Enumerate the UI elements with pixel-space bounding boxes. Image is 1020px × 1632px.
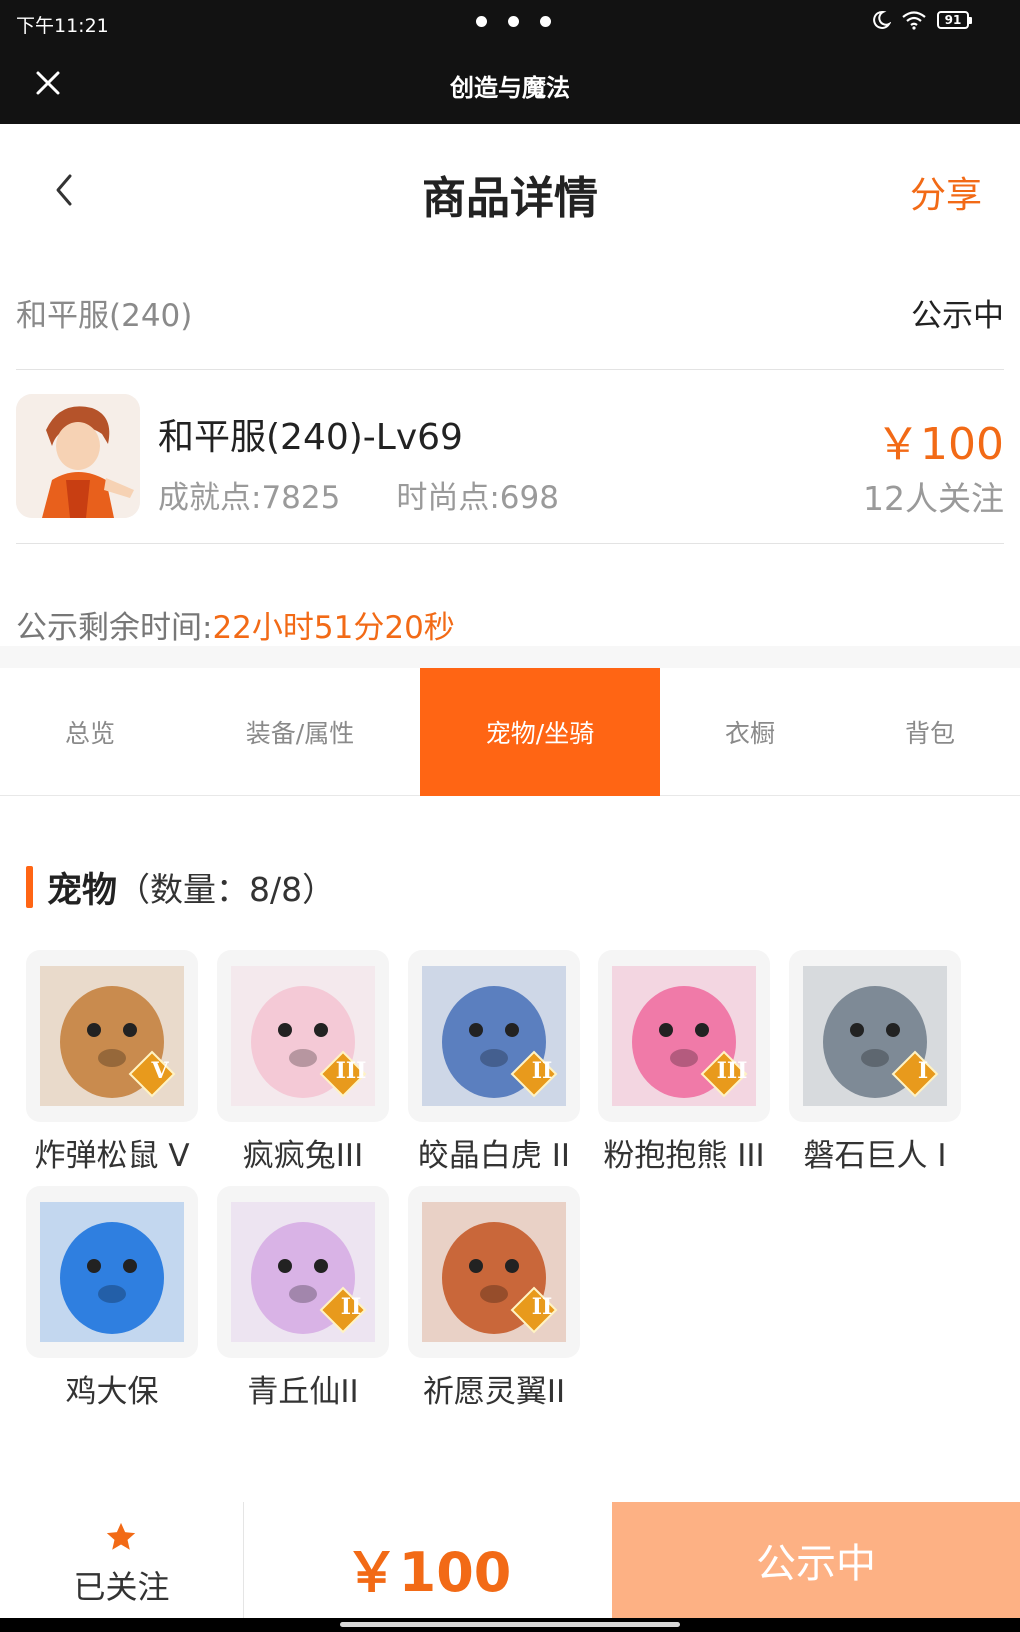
wifi-icon — [902, 11, 926, 30]
pet-card[interactable]: V 炸弹松鼠 V — [26, 950, 198, 1180]
app-title-bar: 创造与魔法 — [0, 46, 1020, 124]
section-name: 宠物 — [47, 870, 118, 911]
pet-portrait: III — [217, 950, 389, 1122]
countdown-value: 22小时51分20秒 — [212, 610, 455, 646]
pet-card[interactable]: III 疯疯兔III — [217, 950, 389, 1180]
pet-card[interactable]: 鸡大保 — [26, 1186, 198, 1416]
section-count: （数量：8/8） — [117, 870, 336, 909]
battery-level: 91 — [937, 11, 969, 29]
pet-name: 炸弹松鼠 V — [34, 1138, 190, 1174]
pet-portrait: II — [217, 1186, 389, 1358]
pet-rank-badge: V — [151, 1058, 169, 1084]
pet-name: 疯疯兔III — [242, 1138, 364, 1174]
tab-overview[interactable]: 总览 — [0, 668, 180, 796]
item-price: ￥100 — [876, 419, 1004, 470]
follower-count: 12人关注 — [863, 479, 1004, 518]
product-detail-page: 商品详情 分享 和平服(240) 公示中 和平服(240)-Lv69 成就点:7… — [0, 124, 1020, 1618]
pet-card[interactable]: I 磐石巨人 I — [789, 950, 961, 1180]
pet-rank-badge: III — [716, 1058, 748, 1084]
pet-name: 粉抱抱熊 III — [603, 1138, 765, 1174]
pet-name: 祈愿灵翼II — [422, 1374, 566, 1410]
pet-portrait: II — [408, 1186, 580, 1358]
status-time: 下午11:21 — [16, 15, 109, 37]
item-summary: 和平服(240)-Lv69 成就点:7825 时尚点:698 ￥100 12人关… — [16, 394, 1004, 524]
achievement-points: 成就点:7825 — [158, 480, 341, 516]
character-avatar — [16, 394, 140, 518]
pet-card[interactable]: II 祈愿灵翼II — [408, 1186, 580, 1416]
item-stats: 成就点:7825 时尚点:698 — [158, 472, 559, 517]
moon-icon — [873, 10, 891, 29]
countdown: 公示剩余时间:22小时51分20秒 — [16, 602, 455, 647]
pet-portrait: I — [789, 950, 961, 1122]
pet-portrait: V — [26, 950, 198, 1122]
battery-icon: 91 — [937, 10, 972, 30]
pet-rank-badge: I — [917, 1058, 929, 1084]
tab-backpack[interactable]: 背包 — [840, 668, 1020, 796]
pet-name: 鸡大保 — [65, 1374, 159, 1410]
page-title: 商品详情 — [422, 173, 598, 224]
status-icons: 91 — [871, 10, 972, 30]
pet-name: 青丘仙II — [247, 1374, 359, 1410]
pet-name: 磐石巨人 I — [803, 1138, 947, 1174]
status-bar: 下午11:21 91 — [0, 0, 1020, 46]
bottom-action-bar: 已关注 ￥100 公示中 — [0, 1502, 1020, 1618]
tab-wardrobe[interactable]: 衣橱 — [660, 668, 840, 796]
status-button[interactable]: 公示中 — [612, 1502, 1020, 1618]
tab-equipment[interactable]: 装备/属性 — [180, 668, 420, 796]
follow-button[interactable]: 已关注 — [0, 1502, 244, 1618]
page-header: 商品详情 分享 — [0, 124, 1020, 254]
server-row: 和平服(240) 公示中 — [16, 290, 1004, 344]
server-name: 和平服(240) — [16, 298, 193, 334]
pet-portrait: III — [598, 950, 770, 1122]
pet-portrait — [26, 1186, 198, 1358]
countdown-label: 公示剩余时间: — [16, 610, 213, 646]
home-indicator[interactable] — [340, 1622, 680, 1627]
pet-rank-badge: III — [335, 1058, 367, 1084]
share-button[interactable]: 分享 — [910, 166, 982, 218]
tab-pets-mounts[interactable]: 宠物/坐骑 — [420, 668, 660, 796]
pet-rank-badge: II — [531, 1058, 553, 1084]
detail-tabs: 总览 装备/属性 宠物/坐骑 衣橱 背包 — [0, 668, 1020, 796]
pet-rank-badge: II — [531, 1294, 553, 1320]
server-status: 公示中 — [911, 298, 1004, 334]
app-title: 创造与魔法 — [450, 74, 570, 102]
section-accent-bar — [26, 866, 33, 908]
fashion-points: 时尚点:698 — [396, 480, 559, 516]
pet-card[interactable]: II 青丘仙II — [217, 1186, 389, 1416]
navigation-bar — [0, 1618, 1020, 1632]
pets-section-title: 宠物 （数量：8/8） — [26, 864, 336, 911]
pet-card[interactable]: II 皎晶白虎 II — [408, 950, 580, 1180]
pet-rank-badge: II — [340, 1294, 362, 1320]
divider — [16, 369, 1004, 370]
divider — [16, 543, 1004, 544]
follow-label: 已关注 — [73, 1568, 170, 1606]
pet-card[interactable]: III 粉抱抱熊 III — [598, 950, 770, 1180]
bottom-price: ￥100 — [344, 1541, 512, 1604]
star-icon — [106, 1522, 136, 1550]
section-separator — [0, 646, 1020, 668]
item-name: 和平服(240)-Lv69 — [158, 417, 463, 458]
pet-name: 皎晶白虎 II — [417, 1138, 571, 1174]
pet-portrait: II — [408, 950, 580, 1122]
more-dots-icon[interactable] — [476, 16, 551, 27]
